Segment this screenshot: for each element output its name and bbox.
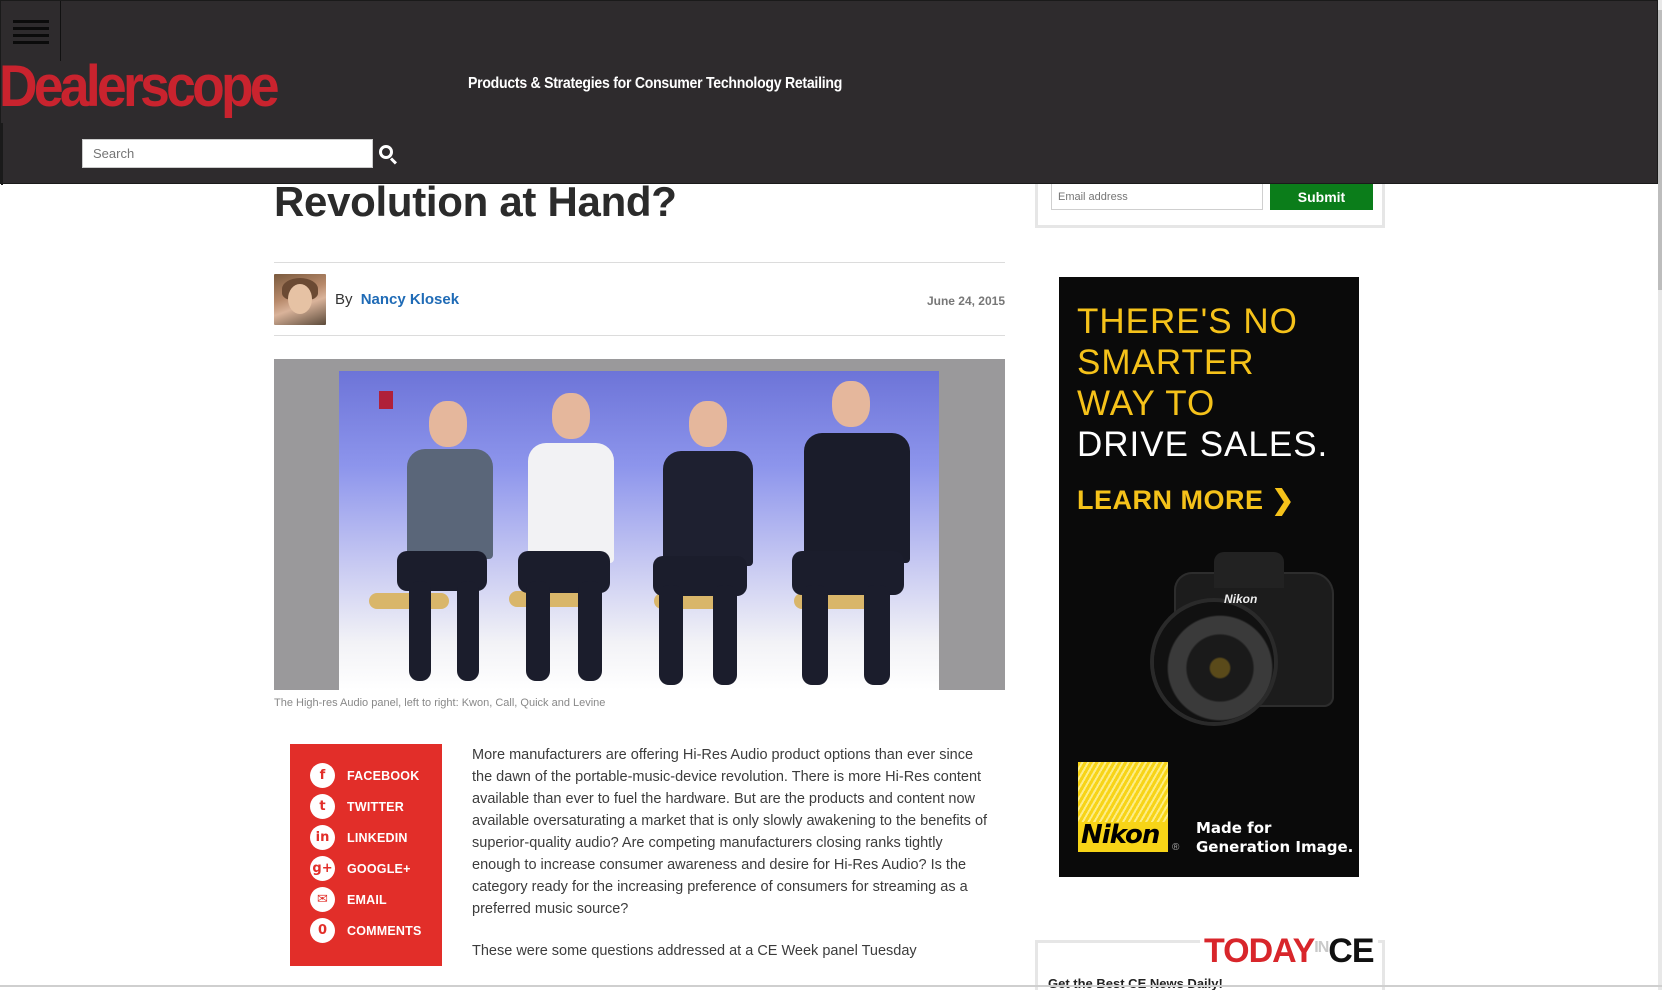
byline-prefix: By: [335, 291, 353, 308]
share-googleplus-button[interactable]: g+ GOOGLE+: [290, 853, 442, 884]
image-caption: The High-res Audio panel, left to right:…: [274, 697, 606, 709]
googleplus-icon: g+: [310, 856, 335, 881]
author-avatar[interactable]: [274, 274, 326, 325]
ad-headline-line: THERE'S NO: [1077, 302, 1298, 341]
scrollbar-thumb[interactable]: [1658, 10, 1662, 290]
share-label: GOOGLE+: [347, 861, 411, 876]
panel-photo: [339, 371, 939, 690]
email-icon: ✉: [310, 887, 335, 912]
publish-date: June 24, 2015: [926, 294, 1005, 308]
share-facebook-button[interactable]: f FACEBOOK: [290, 760, 442, 791]
site-header: Dealerscope Products & Strategies for Co…: [0, 0, 1658, 185]
article-body: More manufacturers are offering Hi-Res A…: [472, 744, 992, 982]
article-paragraph: More manufacturers are offering Hi-Res A…: [472, 747, 988, 917]
byline: By Nancy Klosek: [335, 291, 459, 308]
camera-brand-text: Nikon: [1224, 592, 1258, 606]
registered-mark: ®: [1172, 842, 1180, 853]
bottom-divider: [0, 985, 1662, 987]
site-logo[interactable]: Dealerscope: [0, 53, 280, 120]
today-in-ce-logo: TODAYINCE: [1200, 932, 1378, 971]
window-scrollbar[interactable]: [1658, 0, 1662, 990]
ad-tagline: Made for Generation Image.: [1196, 819, 1354, 856]
comments-icon: 0: [310, 918, 335, 943]
menu-button[interactable]: [1, 1, 61, 61]
nikon-advertisement[interactable]: THERE'S NO SMARTER WAY TO DRIVE SALES. L…: [1059, 277, 1359, 877]
article-headline: Revolution at Hand?: [274, 178, 677, 225]
site-tagline: Products & Strategies for Consumer Techn…: [468, 75, 843, 92]
author-link[interactable]: Nancy Klosek: [361, 291, 459, 308]
share-twitter-button[interactable]: t TWITTER: [290, 791, 442, 822]
share-email-button[interactable]: ✉ EMAIL: [290, 884, 442, 915]
share-label: TWITTER: [347, 799, 404, 814]
linkedin-icon: in: [310, 825, 335, 850]
hero-image: [274, 359, 1005, 690]
today-in-ce-tagline: Get the Best CE News Daily!: [1048, 976, 1223, 990]
share-panel: f FACEBOOK t TWITTER in LINKEDIN g+ GOOG…: [290, 744, 442, 966]
search-input[interactable]: [82, 139, 373, 168]
share-label: COMMENTS: [347, 923, 422, 938]
nikon-logo: Nikon: [1078, 762, 1168, 852]
ad-learn-more-link[interactable]: LEARN MORE ❯: [1077, 485, 1295, 516]
share-linkedin-button[interactable]: in LINKEDIN: [290, 822, 442, 853]
byline-bar: By Nancy Klosek June 24, 2015: [274, 262, 1005, 336]
share-label: EMAIL: [347, 892, 387, 907]
ad-headline-line: SMARTER: [1077, 343, 1255, 382]
newsletter-submit-button[interactable]: Submit: [1270, 183, 1373, 210]
ad-headline-line: WAY TO: [1077, 384, 1216, 423]
article-paragraph: These were some questions addressed at a…: [472, 943, 917, 959]
search-button[interactable]: [377, 143, 399, 165]
comments-button[interactable]: 0 COMMENTS: [290, 915, 442, 946]
camera-image: Nikon: [1144, 552, 1339, 727]
share-label: FACEBOOK: [347, 768, 420, 783]
newsletter-email-field[interactable]: [1051, 183, 1263, 210]
facebook-icon: f: [310, 763, 335, 788]
share-label: LINKEDIN: [347, 830, 408, 845]
ad-headline-line: DRIVE SALES.: [1077, 425, 1329, 464]
twitter-icon: t: [310, 794, 335, 819]
